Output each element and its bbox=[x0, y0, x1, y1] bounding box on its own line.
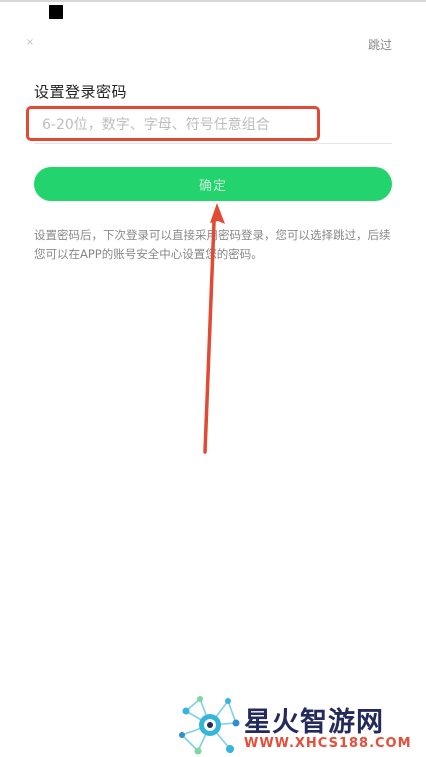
skip-button[interactable]: 跳过 bbox=[368, 36, 392, 53]
top-divider bbox=[0, 0, 426, 2]
watermark-url: WWW.XHCS188.COM bbox=[244, 736, 412, 751]
watermark-brand: 星火智游网 bbox=[244, 707, 384, 738]
watermark: 星火智游网 WWW.XHCS188.COM bbox=[178, 690, 426, 757]
status-bar-icon bbox=[49, 5, 63, 19]
confirm-button[interactable]: 确定 bbox=[34, 167, 392, 201]
password-hint-text: 设置密码后，下次登录可以直接采用密码登录，您可以选择跳过，后续您可以在APP的账… bbox=[34, 228, 391, 261]
password-input[interactable] bbox=[42, 111, 322, 139]
watermark-logo-icon bbox=[179, 696, 240, 755]
page-title: 设置登录密码 bbox=[34, 83, 128, 101]
password-field-row bbox=[34, 107, 392, 144]
set-password-screen: × 跳过 设置登录密码 确定 设置密码后，下次登录可以直接采用密码登录，您可以选… bbox=[0, 0, 426, 757]
close-icon[interactable]: × bbox=[22, 34, 38, 50]
